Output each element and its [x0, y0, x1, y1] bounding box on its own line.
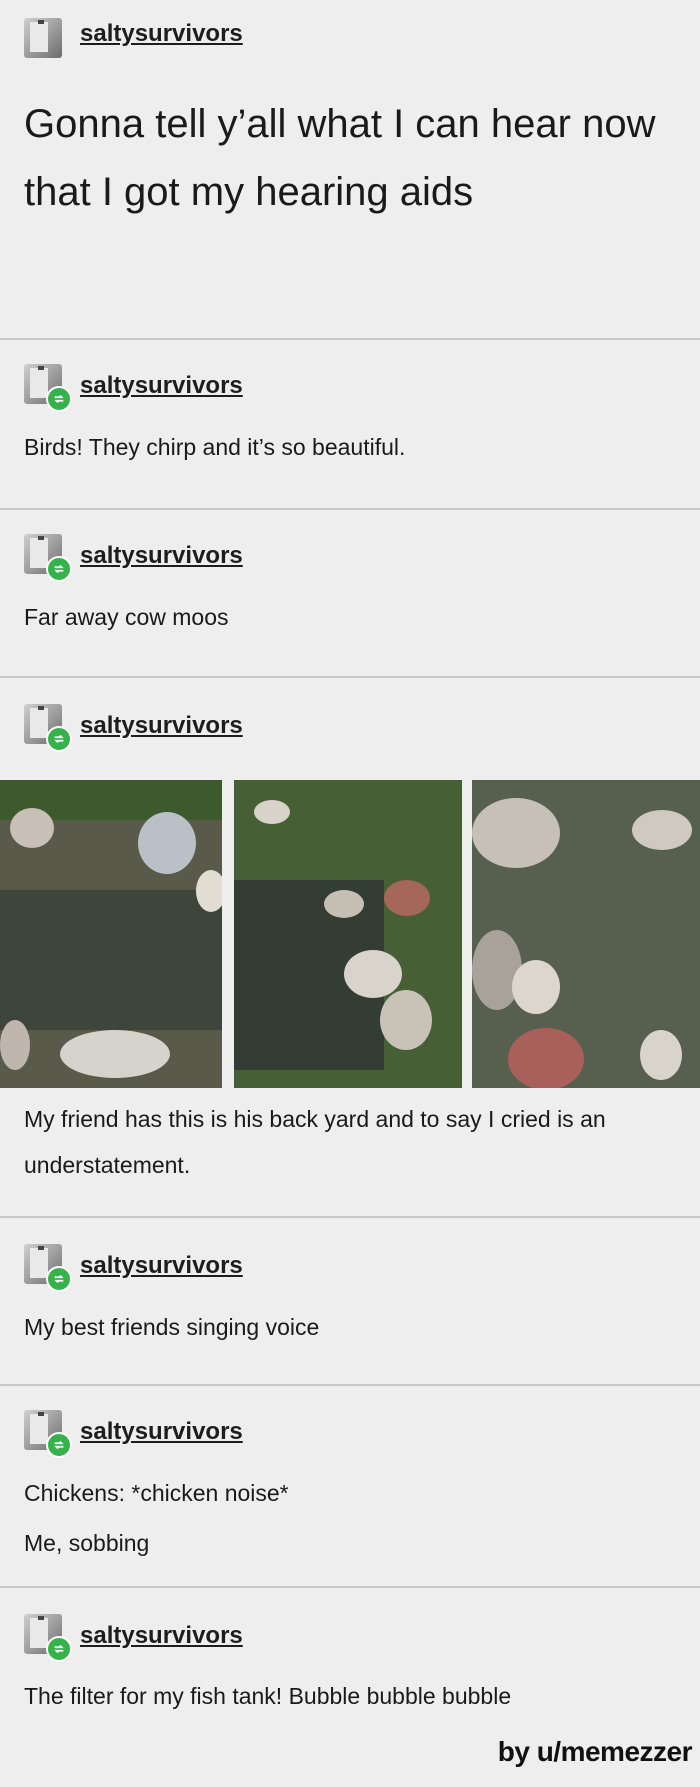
- reblog-icon: [46, 1636, 72, 1662]
- post-text-line-2: Me, sobbing: [24, 1530, 150, 1556]
- reblog-icon: [46, 386, 72, 412]
- credit-watermark: by u/memezzer: [497, 1736, 693, 1767]
- post-text: The filter for my fish tank! Bubble bubb…: [24, 1683, 512, 1709]
- reblog-post: saltysurvivors Chickens: *chicken noise*…: [0, 1386, 700, 1586]
- post-text: Gonna tell y’all what I can hear now tha…: [24, 102, 656, 214]
- original-post: saltysurvivors Gonna tell y’all what I c…: [0, 0, 700, 338]
- avatar-icon[interactable]: [24, 18, 62, 58]
- reblog-icon: [46, 726, 72, 752]
- username-link[interactable]: saltysurvivors: [80, 372, 243, 400]
- post-text: Far away cow moos: [24, 604, 229, 630]
- reblog-post: saltysurvivors Birds! They chirp and it’…: [0, 340, 700, 508]
- pond-photo-2[interactable]: [234, 780, 462, 1088]
- reblog-icon: [46, 1432, 72, 1458]
- reblog-post: saltysurvivors My best friends singing v…: [0, 1218, 700, 1384]
- username-link[interactable]: saltysurvivors: [80, 1252, 243, 1280]
- tumblr-thread: saltysurvivors Gonna tell y’all what I c…: [0, 0, 700, 1787]
- post-text: Birds! They chirp and it’s so beautiful.: [24, 434, 406, 460]
- username-link[interactable]: saltysurvivors: [80, 1622, 243, 1650]
- reblog-icon: [46, 1266, 72, 1292]
- username-link[interactable]: saltysurvivors: [80, 712, 243, 740]
- reblog-post: saltysurvivors Far away cow moos: [0, 510, 700, 676]
- post-text: My friend has this is his back yard and …: [24, 1106, 606, 1178]
- username-link[interactable]: saltysurvivors: [80, 542, 243, 570]
- pond-photo-3[interactable]: [472, 780, 700, 1088]
- username-link[interactable]: saltysurvivors: [80, 20, 243, 48]
- post-text-line-1: Chickens: *chicken noise*: [24, 1480, 289, 1506]
- reblog-icon: [46, 556, 72, 582]
- pond-photo-1[interactable]: [0, 780, 222, 1088]
- post-text: My best friends singing voice: [24, 1314, 320, 1340]
- username-link[interactable]: saltysurvivors: [80, 1418, 243, 1446]
